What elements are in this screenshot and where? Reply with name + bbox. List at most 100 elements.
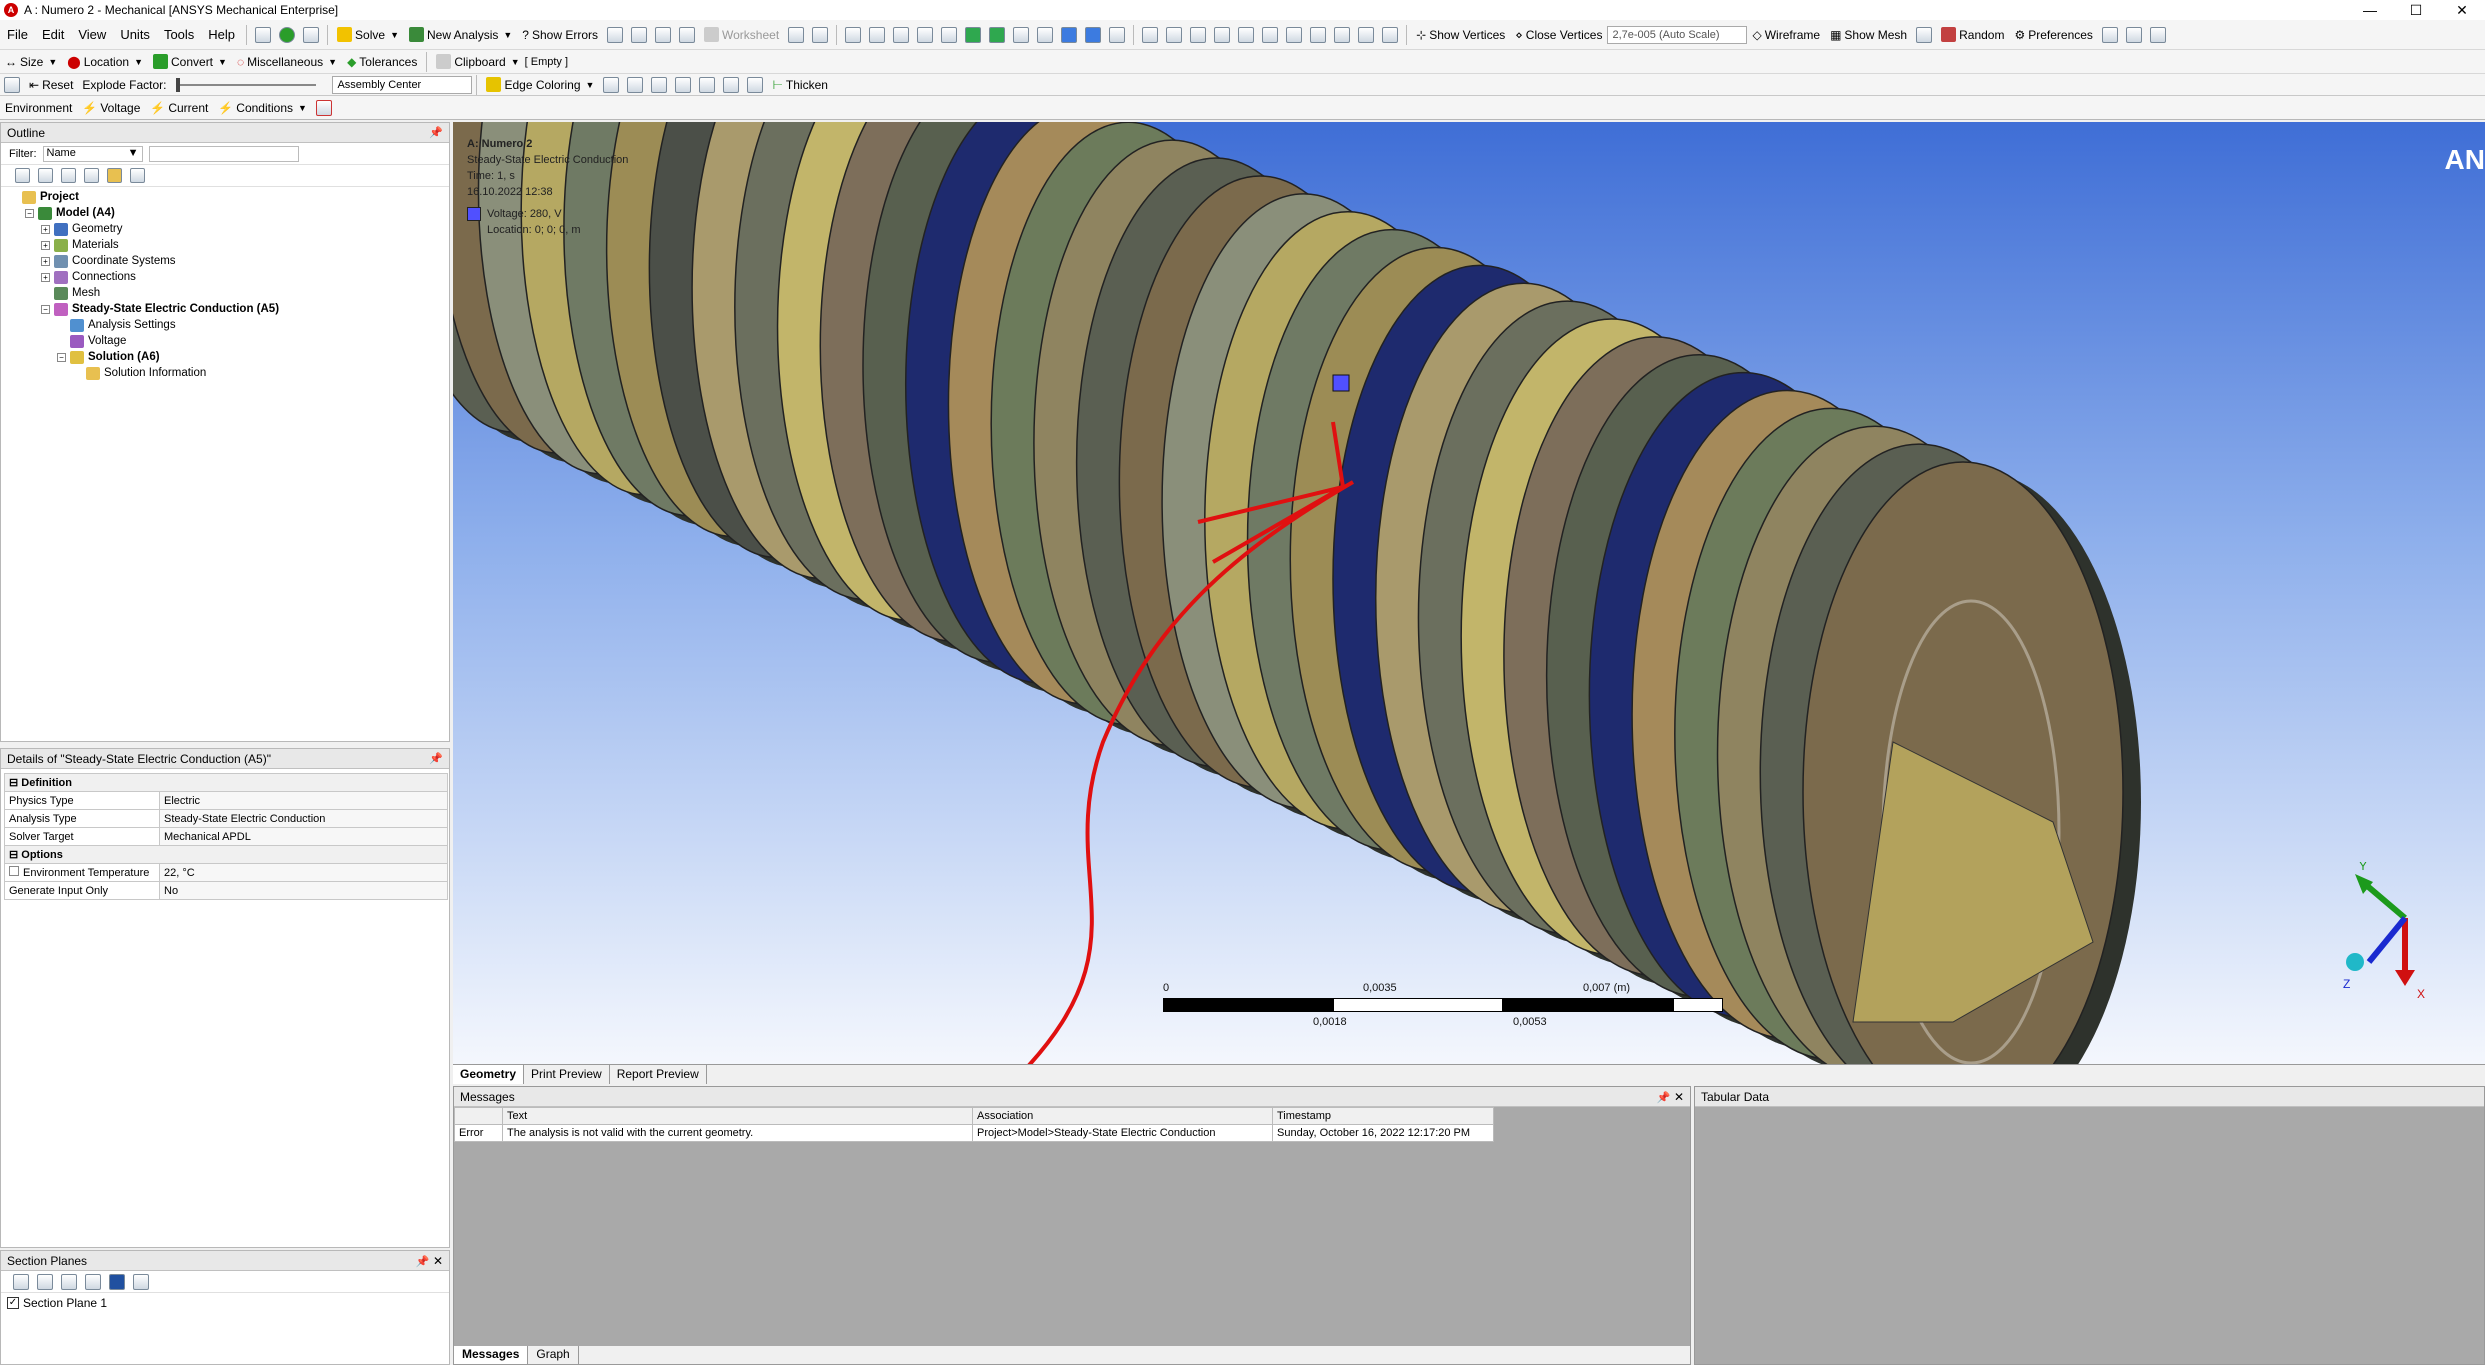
green-body-icon[interactable] — [989, 26, 1006, 43]
close-icon[interactable]: ✕ — [433, 1254, 443, 1268]
location-button[interactable]: ⬤ Location ▼ — [62, 50, 148, 73]
tab-geometry[interactable]: Geometry — [453, 1065, 525, 1084]
tree-expander-icon[interactable]: + — [41, 224, 50, 234]
maximize-icon[interactable]: ☐ — [2393, 0, 2439, 20]
new-analysis-button[interactable]: New Analysis ▼ — [404, 23, 517, 47]
dimension-icon[interactable] — [2125, 26, 2142, 43]
tab-graph[interactable]: Graph — [528, 1346, 579, 1364]
dimension-icon[interactable] — [2149, 26, 2166, 43]
vertex-select-icon[interactable] — [869, 26, 886, 43]
convert-button[interactable]: Convert ▼ — [148, 50, 232, 73]
plane-list-icon[interactable] — [133, 1273, 149, 1290]
section-plane-item[interactable]: ✓ Section Plane 1 — [1, 1293, 449, 1313]
tree-collapse-icon[interactable] — [61, 168, 76, 183]
tree-item[interactable]: + Materials — [9, 237, 449, 253]
axis-triad[interactable]: Y X Z — [2325, 862, 2465, 1002]
show-mesh-button[interactable]: ▦ Show Mesh — [1825, 23, 1912, 47]
group-collapse-icon[interactable]: ⊟ — [9, 777, 18, 789]
tab-messages[interactable]: Messages — [454, 1346, 529, 1364]
magnifier-icon[interactable] — [1286, 26, 1303, 43]
tab-icon[interactable] — [1037, 26, 1054, 43]
image-icon[interactable] — [607, 26, 624, 43]
expand-all-icon[interactable] — [15, 168, 30, 183]
new-section-icon[interactable] — [255, 26, 272, 43]
tree-item[interactable]: Voltage — [9, 333, 449, 349]
solve-button[interactable]: Solve ▼ — [332, 23, 404, 47]
cursor-info-icon[interactable] — [788, 26, 805, 43]
extend-icon[interactable] — [1013, 26, 1030, 43]
tree-expander-icon[interactable]: + — [41, 272, 50, 282]
explode-icon[interactable] — [4, 76, 20, 93]
tree-expander-icon[interactable]: + — [41, 256, 50, 266]
random-colors-button[interactable]: Random — [1936, 23, 2009, 47]
tag-icon[interactable] — [812, 26, 829, 43]
tab-print-preview[interactable]: Print Preview — [524, 1065, 610, 1084]
reset-button[interactable]: ⇤ Reset — [24, 74, 78, 95]
plane-view-icon[interactable] — [109, 1273, 125, 1290]
column-header[interactable]: Timestamp — [1272, 1107, 1494, 1125]
details-value[interactable]: Steady-State Electric Conduction — [159, 809, 448, 828]
zoom-fit-icon[interactable] — [1238, 26, 1255, 43]
edge-style-icon[interactable] — [675, 76, 692, 93]
details-value[interactable]: Electric — [159, 791, 448, 810]
delete-plane-icon[interactable] — [61, 1273, 77, 1290]
close-vertices-button[interactable]: ⋄ Close Vertices — [1510, 23, 1607, 47]
text-icon[interactable] — [655, 26, 672, 43]
blue-window-icon[interactable] — [1085, 26, 1102, 43]
current-button[interactable]: ⚡ Current — [145, 96, 213, 119]
conditions-button[interactable]: ⚡ Conditions ▼ — [213, 96, 312, 119]
menu-file[interactable]: File — [0, 27, 35, 42]
group-collapse-icon[interactable]: ⊟ — [9, 849, 18, 861]
folder-icon[interactable] — [107, 168, 122, 183]
new-plane-icon[interactable] — [13, 1273, 29, 1290]
details-row[interactable]: Generate Input Only No — [4, 881, 448, 900]
tab-report-preview[interactable]: Report Preview — [610, 1065, 707, 1084]
details-row[interactable]: Physics Type Electric — [4, 791, 448, 810]
select-mode-icon[interactable] — [845, 26, 862, 43]
column-header[interactable]: Text — [502, 1107, 973, 1125]
show-vertices-button[interactable]: ⊹ Show Vertices — [1411, 23, 1510, 47]
edge-style-icon[interactable] — [699, 76, 716, 93]
column-header[interactable] — [454, 1107, 503, 1125]
zoom-icon[interactable] — [1190, 26, 1207, 43]
close-window-icon[interactable]: ✕ — [2439, 0, 2485, 20]
voltage-marker-icon[interactable] — [1332, 374, 1350, 392]
menu-tools[interactable]: Tools — [157, 27, 201, 42]
tree-expander-icon[interactable]: − — [41, 304, 50, 314]
tree-item[interactable]: + Coordinate Systems — [9, 253, 449, 269]
edge-style-icon[interactable] — [627, 76, 644, 93]
preferences-button[interactable]: ⚙ Preferences — [2009, 23, 2097, 47]
show-errors-button[interactable]: ? Show Errors — [517, 23, 603, 47]
pin-icon[interactable]: 📌 — [429, 752, 443, 765]
collapse-icon[interactable] — [38, 168, 53, 183]
dimension-icon[interactable] — [2101, 26, 2118, 43]
model-geometry[interactable] — [453, 122, 2485, 1064]
axis-icon[interactable] — [1916, 26, 1933, 43]
menu-units[interactable]: Units — [113, 27, 157, 42]
size-button[interactable]: ↔ Size ▼ — [0, 50, 62, 73]
clipboard-button[interactable]: Clipboard ▼ — [431, 50, 524, 73]
tree-item[interactable]: Analysis Settings — [9, 317, 449, 333]
voltage-button[interactable]: ⚡ Voltage — [77, 96, 145, 119]
filter-input[interactable] — [148, 145, 299, 162]
view-icon[interactable] — [679, 26, 696, 43]
pin-icon[interactable]: 📌 — [1657, 1092, 1671, 1104]
magnify-icon[interactable] — [1262, 26, 1279, 43]
close-icon[interactable]: ✕ — [1674, 1090, 1684, 1104]
tolerances-button[interactable]: ◆ Tolerances — [342, 50, 422, 73]
section-plane-checkbox[interactable]: ✓ — [7, 1297, 19, 1309]
edge-style-icon[interactable] — [603, 76, 620, 93]
menu-help[interactable]: Help — [201, 27, 242, 42]
tree-item[interactable]: − Solution (A6) — [9, 349, 449, 365]
minimize-icon[interactable]: — — [2347, 0, 2393, 20]
rotate-icon[interactable] — [1142, 26, 1159, 43]
tree-item[interactable]: − Model (A4) — [9, 205, 449, 221]
next-view-icon[interactable] — [1334, 26, 1351, 43]
details-row[interactable]: Analysis Type Steady-State Electric Condu… — [4, 809, 448, 828]
edge-direction-icon[interactable] — [723, 76, 740, 93]
details-value[interactable]: No — [159, 881, 448, 900]
tree-expander-icon[interactable]: + — [41, 240, 50, 250]
details-group-row[interactable]: ⊟ Options — [4, 845, 448, 864]
graphics-viewport[interactable]: A: Numero 2 Steady-State Electric Conduc… — [453, 122, 2485, 1064]
tree-item[interactable]: Project — [9, 189, 449, 205]
